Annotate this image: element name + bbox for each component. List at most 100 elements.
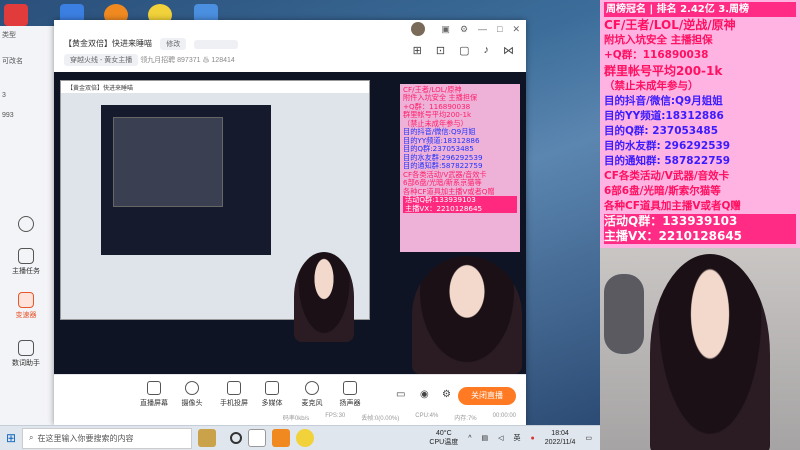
streamer-main-cam — [412, 256, 522, 374]
overlay-line: 目的Q群: 237053485 — [604, 125, 719, 137]
record-icon[interactable]: ▭ — [396, 389, 405, 400]
chevron-up-icon[interactable]: ^ — [468, 435, 471, 442]
gear-icon — [18, 292, 34, 308]
eye-icon[interactable]: ◉ — [420, 389, 429, 400]
antivirus-icon[interactable]: ● — [531, 435, 535, 442]
overlay-line: 活动Q群：133939103 — [604, 214, 796, 229]
clock[interactable]: 18:04 2022/11/4 — [545, 429, 576, 447]
nested-preview-inner — [113, 117, 223, 207]
overlay-line: （禁止未成年参与） — [604, 80, 699, 92]
nested-title: 【黄金双倍】快进来睡喵 — [61, 81, 369, 93]
room-tools: ⊞ ⊡ ▢ ♪ ⋈ — [413, 44, 514, 57]
gear-icon[interactable]: ⚙ — [442, 389, 451, 400]
overlay-line: 群里帐号平均200-1k — [604, 64, 723, 78]
note-icon[interactable]: ▢ — [459, 44, 469, 57]
side-item-task[interactable]: 主播任务 — [0, 248, 52, 276]
overlay-line: CF/王者/LOL/逆战/原神 — [604, 18, 736, 32]
overlay-line: 目的水友群: 296292539 — [604, 140, 731, 152]
explorer-icon[interactable] — [248, 429, 266, 447]
control-label: 摄像头 — [181, 400, 203, 407]
minimize-icon[interactable]: — — [478, 24, 487, 34]
avatar[interactable] — [411, 22, 426, 36]
overlay-line: 目的YY频道:18312886 — [604, 110, 724, 122]
mic-button[interactable]: 麦克风 — [292, 381, 332, 408]
speaker-button[interactable]: 扬声器 — [330, 381, 370, 408]
room-title: 【黄金双倍】快进来睡喵 — [64, 39, 152, 48]
taskbar-search[interactable]: ⌕ 在这里输入你要搜索的内容 — [22, 427, 192, 449]
fire-icon: ♨ — [202, 57, 210, 64]
app-red-icon[interactable] — [4, 4, 28, 26]
cpu-temp: 40°C CPU温度 — [429, 429, 458, 447]
cpu-temp-label: CPU温度 — [429, 439, 459, 446]
share-icon[interactable]: ⋈ — [503, 44, 514, 57]
side-item-gear[interactable]: 变速器 — [0, 292, 52, 320]
control-label: 麦克风 — [301, 400, 323, 407]
edit-title-button[interactable]: 修改 — [160, 38, 187, 50]
stream-preview[interactable]: 【黄金双倍】快进来睡喵 CF/王者/LOL/原神 附件入坑安全 主播担保 +Q群… — [54, 72, 526, 374]
control-bar: 直播屏幕 摄像头 手机投屏 多媒体 麦克风 扬声器 ▭ ◉ ⚙ 关闭直播 码率0… — [54, 374, 526, 425]
bell-icon[interactable]: ♪ — [484, 44, 490, 57]
settings-icon[interactable]: ⚙ — [460, 24, 468, 35]
stat: 丢帧:0(0.00%) — [361, 416, 400, 422]
follow-label: 领九月招聘 — [140, 57, 176, 64]
notification-icon[interactable]: ▭ — [585, 434, 592, 442]
side-item-list[interactable]: 数词助手 — [0, 340, 52, 368]
control-label: 直播屏幕 — [140, 400, 168, 407]
list-icon — [18, 340, 34, 356]
live-app-icon[interactable] — [272, 429, 290, 447]
left-number-1: 3 — [2, 92, 6, 99]
close-icon[interactable]: ✕ — [512, 24, 520, 35]
streamer-small-cam — [294, 252, 354, 342]
title-bar: ▣ ⚙ — □ ✕ — [54, 20, 526, 38]
side-item-label: 数词助手 — [12, 360, 40, 367]
windows-start-icon[interactable]: ⊞ — [0, 431, 22, 445]
control-label: 扬声器 — [339, 400, 361, 407]
screen-button[interactable]: 直播屏幕 — [134, 381, 174, 408]
streamer-camera — [600, 248, 800, 450]
browser-icon[interactable] — [296, 429, 314, 447]
category-chip[interactable]: 穿越火线 - 黄女主播 — [64, 54, 139, 66]
task-view-icon[interactable] — [230, 432, 242, 444]
camera-button[interactable]: 摄像头 — [172, 381, 212, 408]
media-button[interactable]: 多媒体 — [252, 381, 292, 408]
clock-date: 2022/11/4 — [544, 439, 576, 446]
pharaoh-icon[interactable] — [198, 429, 216, 447]
gift-icon[interactable]: ⊞ — [413, 44, 422, 57]
volume-icon[interactable]: ◁ — [498, 434, 503, 442]
stat: CPU:4% — [415, 413, 439, 419]
overlay-line: 目的抖音/微信:Q9月姐姐 — [604, 95, 723, 107]
viewer-count: 897371 — [177, 57, 201, 64]
overlay-line: 目的通知群: 587822759 — [604, 155, 731, 167]
hot-count: 128414 — [211, 57, 235, 64]
microphone-image — [604, 274, 644, 354]
network-icon[interactable]: ▤ — [482, 434, 489, 442]
phone-cast-button[interactable]: 手机投屏 — [214, 381, 254, 408]
minus-circle-icon[interactable] — [0, 216, 52, 234]
overlay-line: 附坑入坑安全 主播担保 — [604, 34, 713, 46]
screen-icon — [147, 381, 161, 395]
overlay-line: 各种CF道具加主播V或者Q赠 — [604, 200, 741, 212]
tag-chip[interactable] — [194, 40, 239, 49]
overlay-line: 主播VX：2210128645 — [403, 204, 517, 214]
streamer-figure — [650, 254, 770, 450]
overlay-head: 周榜冠名 | 排名 2.42亿 3.周榜 — [604, 2, 796, 17]
maximize-icon[interactable]: □ — [497, 24, 502, 34]
stream-stats: 码率0kb/s FPS:30 丢帧:0(0.00%) CPU:4% 内存:7% … — [54, 413, 526, 425]
camera-icon — [185, 381, 199, 395]
stat: 00:00:00 — [492, 413, 516, 419]
live-app-window: ▣ ⚙ — □ ✕ 【黄金双倍】快进来睡喵 修改 穿越火线 - 黄女主播 领九月… — [54, 20, 526, 425]
left-number-2: 993 — [2, 112, 14, 119]
ime-label[interactable]: 英 — [514, 433, 521, 443]
overlay-line: 6部6盘/光暗/斯索尔猫等 — [604, 185, 721, 197]
stat: FPS:30 — [325, 413, 346, 419]
search-placeholder: 在这里输入你要搜索的内容 — [37, 433, 134, 443]
end-live-button[interactable]: 关闭直播 — [458, 387, 516, 405]
search-icon: ⌕ — [29, 433, 34, 442]
skin-icon[interactable]: ▣ — [441, 24, 450, 35]
control-label: 手机投屏 — [220, 400, 248, 407]
overlay-line: 主播VX：2210128645 — [604, 229, 796, 244]
tab-type[interactable]: 类型 — [2, 30, 16, 40]
lock-icon[interactable]: ⊡ — [436, 44, 445, 57]
side-item-label: 变速器 — [15, 312, 37, 319]
system-tray: 40°C CPU温度 ^ ▤ ◁ 英 ● 18:04 2022/11/4 ▭ — [429, 429, 600, 447]
